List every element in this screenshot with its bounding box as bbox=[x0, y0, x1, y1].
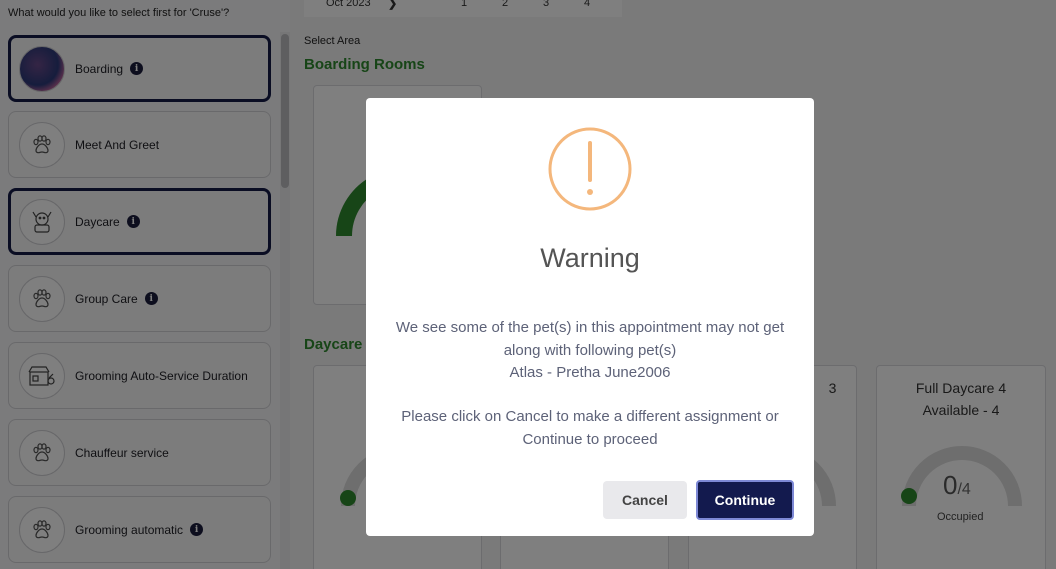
warning-exclamation-icon bbox=[548, 127, 632, 211]
dialog-message-line1: We see some of the pet(s) in this appoin… bbox=[395, 319, 785, 336]
dialog-message-line2: along with following pet(s) bbox=[503, 342, 677, 359]
dialog-instruction-line1: Please click on Cancel to make a differe… bbox=[401, 408, 779, 425]
cancel-button[interactable]: Cancel bbox=[603, 481, 687, 519]
continue-button[interactable]: Continue bbox=[696, 480, 794, 520]
dialog-instruction-line2: Continue to proceed bbox=[522, 431, 658, 448]
warning-dialog: Warning We see some of the pet(s) in thi… bbox=[366, 98, 814, 536]
conflicting-pet-names: Atlas - Pretha June2006 bbox=[509, 364, 671, 381]
dialog-title: Warning bbox=[540, 243, 640, 273]
